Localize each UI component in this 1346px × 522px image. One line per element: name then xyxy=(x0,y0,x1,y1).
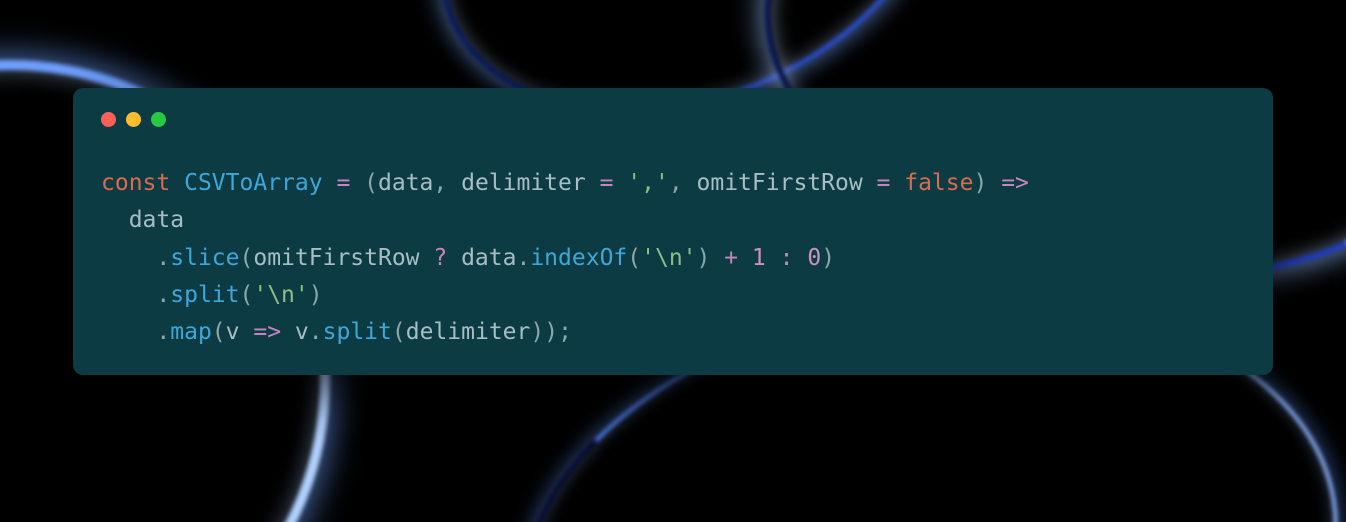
token-identifier: omitFirstRow xyxy=(697,170,863,196)
token-comma: , xyxy=(433,170,461,196)
token-operator: = xyxy=(586,170,628,196)
code-card: const CSVToArray = (data, delimiter = ',… xyxy=(73,88,1273,375)
token-dot: . xyxy=(156,245,170,271)
token-paren: ( xyxy=(627,245,641,271)
token-identifier: data xyxy=(378,170,433,196)
token-identifier: delimiter xyxy=(461,170,586,196)
token-string: '\n' xyxy=(253,282,308,308)
token-paren: ) xyxy=(309,282,323,308)
token-identifier: data xyxy=(129,207,184,233)
token-dot: . xyxy=(309,319,323,345)
code-block: const CSVToArray = (data, delimiter = ',… xyxy=(101,165,1245,351)
token-paren: ( xyxy=(392,319,406,345)
token-identifier: delimiter xyxy=(406,319,531,345)
token-dot: . xyxy=(156,282,170,308)
token-operator: = xyxy=(323,170,365,196)
token-method: map xyxy=(170,319,212,345)
token-dot: . xyxy=(516,245,530,271)
token-paren: ) xyxy=(697,245,711,271)
token-paren: ) xyxy=(973,170,987,196)
token-number: 0 xyxy=(807,245,821,271)
token-arrow: => xyxy=(240,319,295,345)
token-operator: ? xyxy=(420,245,462,271)
minimize-icon[interactable] xyxy=(126,112,141,127)
maximize-icon[interactable] xyxy=(151,112,166,127)
token-paren: ) xyxy=(544,319,558,345)
token-paren: ( xyxy=(240,282,254,308)
token-paren: ( xyxy=(364,170,378,196)
token-function-name: CSVToArray xyxy=(184,170,322,196)
token-dot: . xyxy=(156,319,170,345)
token-identifier: data xyxy=(461,245,516,271)
close-icon[interactable] xyxy=(101,112,116,127)
token-identifier: omitFirstRow xyxy=(253,245,419,271)
token-paren: ) xyxy=(530,319,544,345)
token-method: split xyxy=(170,282,239,308)
token-indent xyxy=(101,319,156,345)
token-number: 1 xyxy=(752,245,766,271)
token-identifier: v xyxy=(295,319,309,345)
token-operator: = xyxy=(863,170,905,196)
token-method: slice xyxy=(170,245,239,271)
token-indent xyxy=(101,207,129,233)
token-indent xyxy=(101,245,156,271)
token-string: '\n' xyxy=(641,245,696,271)
window-traffic-lights xyxy=(101,112,1245,127)
token-comma: , xyxy=(669,170,697,196)
token-keyword: const xyxy=(101,170,170,196)
token-boolean: false xyxy=(904,170,973,196)
token-semicolon: ; xyxy=(558,319,572,345)
token-arrow: => xyxy=(987,170,1029,196)
token-paren: ( xyxy=(240,245,254,271)
token-identifier: v xyxy=(226,319,240,345)
token-operator: : xyxy=(766,245,808,271)
token-operator: + xyxy=(710,245,752,271)
token-string: ',' xyxy=(627,170,669,196)
token-paren: ( xyxy=(212,319,226,345)
token-indent xyxy=(101,282,156,308)
token-paren: ) xyxy=(821,245,835,271)
token-method: indexOf xyxy=(530,245,627,271)
token-method: split xyxy=(323,319,392,345)
